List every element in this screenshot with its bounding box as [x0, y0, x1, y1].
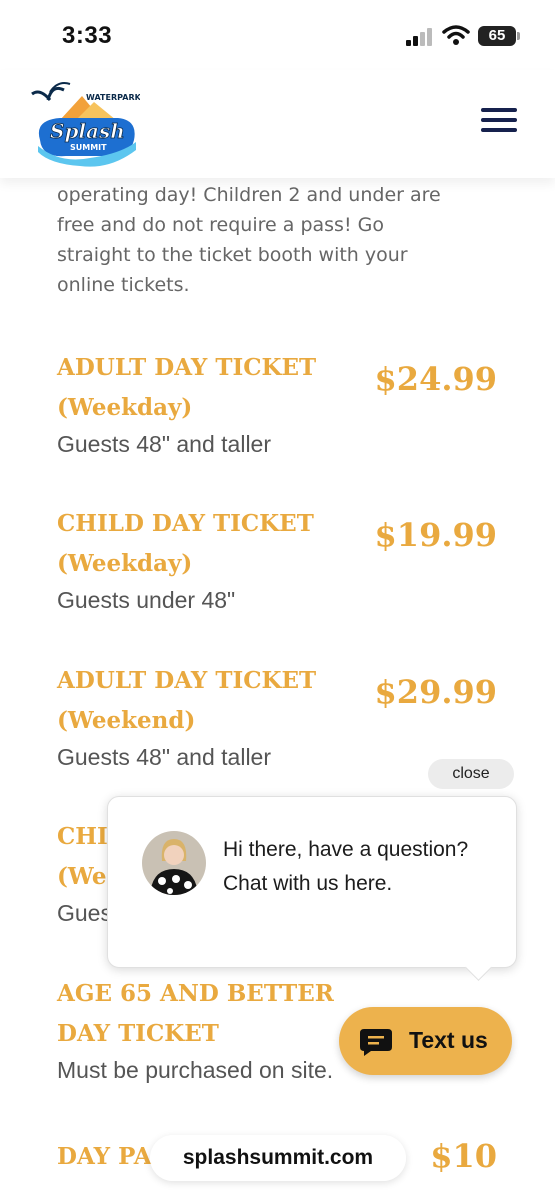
chat-popup[interactable]: Hi there, have a question? Chat with us … [107, 796, 517, 968]
splash-summit-logo[interactable]: WATERPARK Splash SUMMIT [30, 80, 140, 170]
ticket-title-line2: (Weekday) [57, 394, 193, 421]
text-us-button[interactable]: Text us [339, 1007, 512, 1075]
signal-icon [406, 28, 434, 46]
ticket-subtitle: Guests under 48" [57, 587, 236, 613]
ticket-title: ADULT DAY TICKET [57, 667, 317, 694]
wifi-icon [442, 25, 470, 45]
svg-text:WATERPARK: WATERPARK [86, 93, 140, 102]
chat-bubble-icon [360, 1029, 392, 1056]
menu-bar-icon [481, 118, 517, 122]
ticket-title-line2: (Weekend) [57, 707, 196, 734]
svg-text:SUMMIT: SUMMIT [70, 143, 107, 152]
ticket-title-line2: DAY TICKET [57, 1020, 219, 1047]
ticket-price: $24.99 [374, 360, 497, 398]
browser-url-bar[interactable]: splashsummit.com [150, 1135, 406, 1181]
battery-icon: 65 [478, 26, 520, 46]
ticket-adult-weekend: ADULT DAY TICKET (Weekend) Guests 48" an… [57, 661, 517, 773]
ticket-child-weekday: CHILD DAY TICKET (Weekday) Guests under … [57, 504, 517, 616]
svg-text:Splash: Splash [50, 119, 125, 143]
chat-message: Hi there, have a question? Chat with us … [223, 838, 469, 895]
ticket-subtitle: Guests 48" and taller [57, 431, 272, 457]
menu-bar-icon [481, 128, 517, 132]
ticket-price: $10 [430, 1137, 497, 1175]
ticket-price: $19.99 [374, 516, 497, 554]
ticket-title-line2: (Weekday) [57, 550, 193, 577]
ticket-adult-weekday: ADULT DAY TICKET (Weekday) Guests 48" an… [57, 348, 517, 460]
menu-bar-icon [481, 108, 517, 112]
intro-text: operating day! Children 2 and under are … [57, 184, 441, 296]
status-time: 3:33 [62, 22, 113, 49]
ticket-title: AGE 65 AND BETTER [57, 980, 334, 1007]
status-bar: 3:33 65 [0, 0, 555, 70]
ticket-price: $29.99 [374, 673, 497, 711]
ticket-title: CHILD DAY TICKET [57, 510, 314, 537]
agent-avatar [142, 831, 206, 895]
site-header: WATERPARK Splash SUMMIT [0, 70, 555, 178]
chat-close-button[interactable]: close [428, 759, 514, 789]
ticket-title: ADULT DAY TICKET [57, 354, 317, 381]
hamburger-menu-button[interactable] [481, 108, 517, 138]
text-us-label: Text us [409, 1027, 488, 1053]
